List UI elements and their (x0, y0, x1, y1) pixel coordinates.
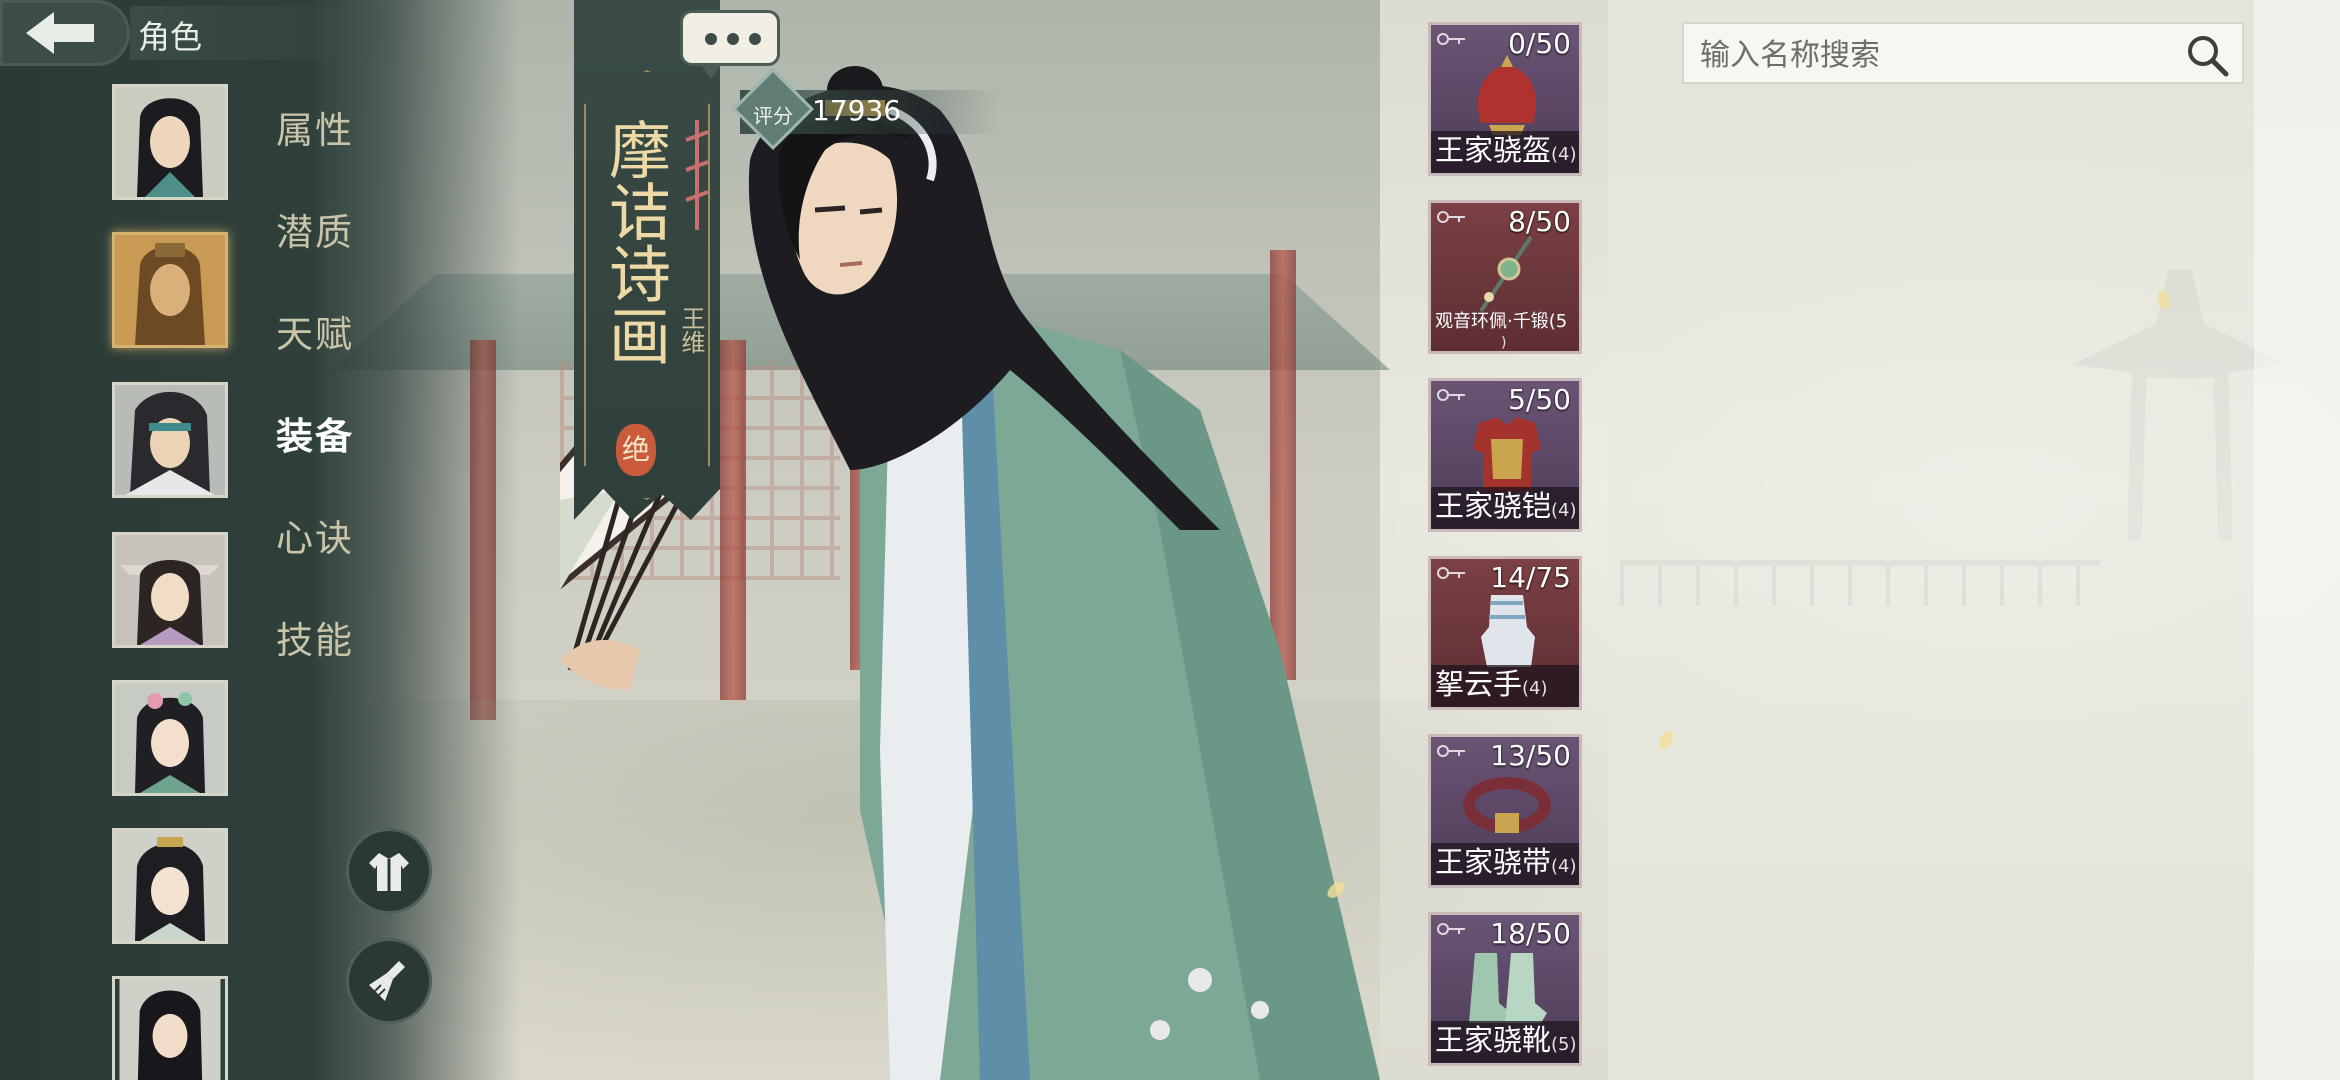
jade-pendant-icon (1479, 235, 1533, 313)
equipment-slot-belt[interactable]: 13/50 王家骁带(4) (1428, 734, 1582, 888)
key-icon (1437, 33, 1465, 45)
portrait-image (119, 979, 221, 1080)
character-portrait[interactable] (112, 828, 228, 944)
equipment-name: 王家骁带(4) (1435, 845, 1577, 879)
key-icon (1437, 389, 1465, 401)
character-portrait[interactable] (112, 84, 228, 200)
sidebar-shade (0, 0, 520, 1080)
portrait-image (115, 385, 225, 495)
equipment-name-wrap: ) (1501, 335, 1507, 351)
portrait-image (115, 831, 225, 941)
equipment-name: 观音环佩·千锻(5 (1435, 311, 1568, 332)
search-box (1682, 22, 2244, 84)
tab-skills[interactable]: 技能 (276, 610, 354, 664)
tab-potential[interactable]: 潜质 (276, 202, 354, 256)
tab-equipment[interactable]: 装备 (276, 406, 354, 460)
key-icon (1437, 923, 1465, 935)
character-title: 摩诘诗画 (598, 118, 671, 366)
rarity-seal: 绝 (616, 424, 656, 476)
tab-mind-art[interactable]: 心诀 (276, 508, 354, 562)
equipment-slot-accessory[interactable]: 8/50 观音环佩·千锻(5 ) (1428, 200, 1582, 354)
robe-icon (369, 853, 409, 891)
character-portrait[interactable] (112, 532, 228, 648)
panel-edge (2254, 0, 2340, 1080)
portrait-image (115, 683, 225, 793)
clean-button[interactable] (346, 938, 432, 1024)
key-icon (1437, 745, 1465, 757)
equipment-name: 王家骁盔(4) (1435, 133, 1577, 167)
broom-icon (369, 961, 405, 1001)
portrait-image (115, 535, 225, 645)
key-icon (1437, 567, 1465, 579)
equipment-slot-helmet[interactable]: 0/50 王家骁盔(4) (1428, 22, 1582, 176)
character-portrait[interactable] (112, 382, 228, 498)
tab-attributes[interactable]: 属性 (276, 100, 354, 154)
back-arrow-icon (26, 12, 94, 54)
score-label: 评分 (753, 104, 793, 128)
equipment-name: 王家骁铠(4) (1435, 489, 1577, 523)
score-value: 17936 (812, 94, 902, 127)
equipment-name: 王家骁靴(5) (1435, 1023, 1577, 1057)
search-icon[interactable] (2184, 32, 2230, 78)
equipment-list-panel (1608, 0, 2254, 1080)
page-title: 角色 (138, 18, 203, 56)
equipment-name: 挐云手(4) (1435, 667, 1548, 701)
equipment-slot-armor[interactable]: 5/50 王家骁铠(4) (1428, 378, 1582, 532)
equipment-slot-gloves[interactable]: 14/75 挐云手(4) (1428, 556, 1582, 710)
character-portrait[interactable] (112, 976, 228, 1080)
outfit-button[interactable] (346, 828, 432, 914)
key-icon (1437, 211, 1465, 223)
character-portrait-selected[interactable] (112, 232, 228, 348)
sword-ornament-icon (685, 120, 709, 230)
character-name: 王维 (677, 306, 705, 354)
dialogue-button[interactable] (680, 10, 780, 79)
character-portrait[interactable] (112, 680, 228, 796)
portrait-image (115, 235, 225, 345)
ellipsis-icon (705, 27, 761, 51)
equipment-slot-boots[interactable]: 18/50 王家骁靴(5) (1428, 912, 1582, 1066)
portrait-image (115, 87, 225, 197)
back-button[interactable] (0, 0, 130, 66)
tab-talent[interactable]: 天赋 (276, 304, 354, 358)
search-input[interactable] (1698, 34, 2172, 76)
